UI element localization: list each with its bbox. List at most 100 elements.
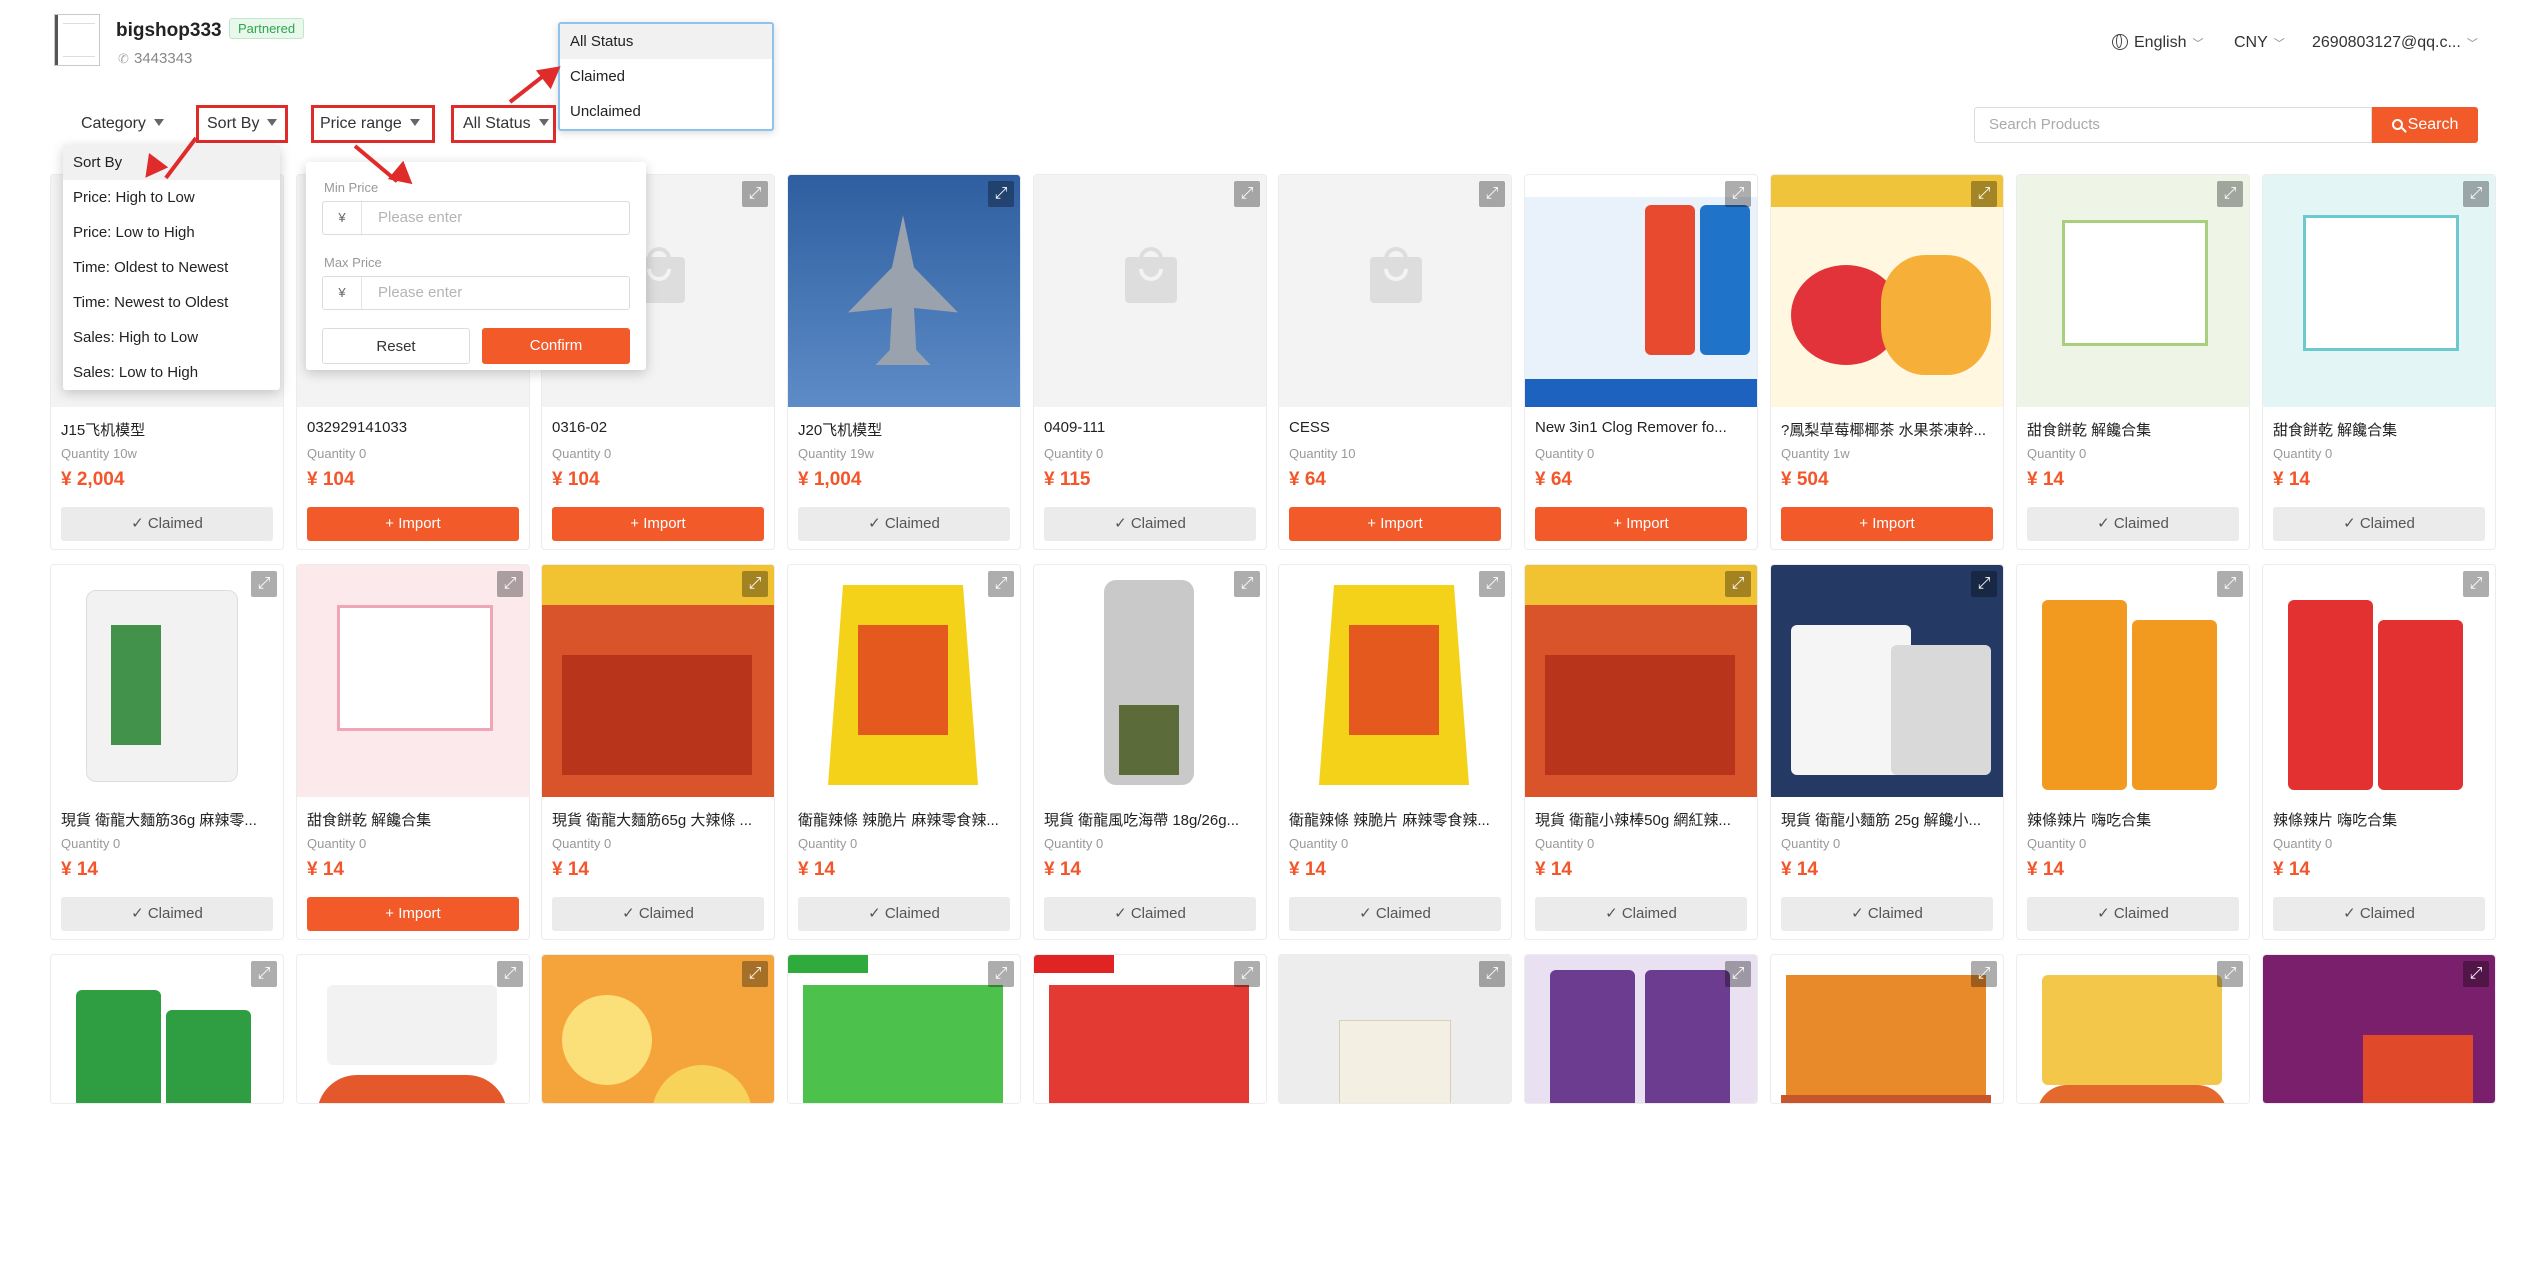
- product-card[interactable]: ⤢ 衛龍辣條 辣脆片 麻辣零食辣... Quantity 0 ¥ 14 ✓ Claime…: [787, 564, 1021, 940]
- product-image[interactable]: ⤢: [1525, 175, 1757, 407]
- expand-icon[interactable]: ⤢: [988, 961, 1014, 987]
- product-image[interactable]: ⤢: [297, 955, 529, 1103]
- claimed-button[interactable]: ✓ Claimed: [552, 897, 764, 931]
- sort-option[interactable]: Sort By: [63, 145, 280, 180]
- product-title[interactable]: 現貨 衛龍風吃海帶 18g/26g...: [1044, 809, 1256, 830]
- product-title[interactable]: J20飞机模型: [798, 419, 1010, 440]
- product-card[interactable]: ⤢ 現貨 衛龍風吃海帶 18g/26g... Quantity 0 ¥ 14 ✓ Cla…: [1033, 564, 1267, 940]
- product-image[interactable]: ⤢: [2263, 955, 2495, 1103]
- product-image[interactable]: ⤢: [788, 955, 1020, 1103]
- account-menu[interactable]: 2690803127@qq.c... ﹀: [2312, 34, 2478, 52]
- expand-icon[interactable]: ⤢: [742, 571, 768, 597]
- product-image[interactable]: ⤢: [542, 565, 774, 797]
- product-image[interactable]: ⤢: [542, 955, 774, 1103]
- product-title[interactable]: 甜食餅乾 解饞合集: [2273, 419, 2485, 440]
- product-card[interactable]: ⤢ 現貨 衛龍小麵筋 25g 解饞小... Quantity 0 ¥ 14 ✓ Clai…: [1770, 564, 2004, 940]
- product-image[interactable]: ⤢: [2017, 955, 2249, 1103]
- import-button[interactable]: + Import: [1289, 507, 1501, 541]
- product-image[interactable]: ⤢: [1279, 955, 1511, 1103]
- expand-icon[interactable]: ⤢: [1479, 571, 1505, 597]
- sort-option[interactable]: Time: Newest to Oldest: [63, 285, 280, 320]
- currency-select[interactable]: CNY ﹀: [2234, 34, 2285, 52]
- product-card[interactable]: ⤢ 辣條辣片 嗨吃合集 Quantity 0 ¥ 14 ✓ Claimed: [2016, 564, 2250, 940]
- claimed-button[interactable]: ✓ Claimed: [1044, 507, 1256, 541]
- product-image[interactable]: ⤢: [1279, 175, 1511, 407]
- expand-icon[interactable]: ⤢: [1234, 181, 1260, 207]
- product-card[interactable]: ⤢ 0409-111 Quantity 0 ¥ 115 ✓ Claimed: [1033, 174, 1267, 550]
- product-card[interactable]: ⤢貢菜 【蒜香味】Quantity 0¥ 1,003: [1278, 954, 1512, 1104]
- claimed-button[interactable]: ✓ Claimed: [2273, 897, 2485, 931]
- expand-icon[interactable]: ⤢: [2217, 181, 2243, 207]
- product-image[interactable]: ⤢: [2263, 565, 2495, 797]
- sort-option[interactable]: Price: High to Low: [63, 180, 280, 215]
- product-card[interactable]: ⤢現貨 鄔辣媽系列 酒鬼豆筋 ...Quantity 10000¥ 14: [2262, 954, 2496, 1104]
- status-option[interactable]: Unclaimed: [560, 94, 772, 129]
- product-card[interactable]: ⤢ ?鳳梨草莓椰椰茶 水果茶凍幹... Quantity 1w ¥ 504 + Impo…: [1770, 174, 2004, 550]
- sort-option[interactable]: Price: Low to High: [63, 215, 280, 250]
- product-card[interactable]: ⤢魔芋海味 鮮香合集Quantity 0¥ 14: [1524, 954, 1758, 1104]
- product-card[interactable]: ⤢ J20飞机模型 Quantity 19w ¥ 1,004 ✓ Claimed: [787, 174, 1021, 550]
- product-image[interactable]: ⤢: [1771, 565, 2003, 797]
- product-title[interactable]: 032929141033: [307, 419, 519, 436]
- claimed-button[interactable]: ✓ Claimed: [798, 897, 1010, 931]
- claimed-button[interactable]: ✓ Claimed: [2027, 897, 2239, 931]
- product-title[interactable]: 辣條辣片 嗨吃合集: [2273, 809, 2485, 830]
- product-image[interactable]: ⤢: [1525, 565, 1757, 797]
- claimed-button[interactable]: ✓ Claimed: [2273, 507, 2485, 541]
- sort-option[interactable]: Time: Oldest to Newest: [63, 250, 280, 285]
- product-image[interactable]: ⤢: [2263, 175, 2495, 407]
- product-image[interactable]: ⤢: [1771, 175, 2003, 407]
- expand-icon[interactable]: ⤢: [2217, 961, 2243, 987]
- language-select[interactable]: English ﹀: [2112, 34, 2203, 52]
- expand-icon[interactable]: ⤢: [1479, 181, 1505, 207]
- product-image[interactable]: ⤢: [2017, 175, 2249, 407]
- product-card[interactable]: ⤢ 甜食餅乾 解饞合集 Quantity 0 ¥ 14 + Import: [296, 564, 530, 940]
- expand-icon[interactable]: ⤢: [742, 961, 768, 987]
- expand-icon[interactable]: ⤢: [1725, 181, 1751, 207]
- product-title[interactable]: 現貨 衛龍大麵筋65g 大辣條 ...: [552, 809, 764, 830]
- expand-icon[interactable]: ⤢: [1971, 571, 1997, 597]
- product-image[interactable]: ⤢: [51, 955, 283, 1103]
- status-option[interactable]: All Status: [560, 24, 772, 59]
- claimed-button[interactable]: ✓ Claimed: [2027, 507, 2239, 541]
- import-button[interactable]: + Import: [1535, 507, 1747, 541]
- expand-icon[interactable]: ⤢: [497, 571, 523, 597]
- product-card[interactable]: ⤢ New 3in1 Clog Remover fo... Quantity 0 ¥ …: [1524, 174, 1758, 550]
- expand-icon[interactable]: ⤢: [1234, 571, 1260, 597]
- product-image[interactable]: ⤢: [1034, 565, 1266, 797]
- product-title[interactable]: 衛龍辣條 辣脆片 麻辣零食辣...: [798, 809, 1010, 830]
- category-filter[interactable]: Category: [81, 112, 164, 136]
- import-button[interactable]: + Import: [1781, 507, 1993, 541]
- import-button[interactable]: + Import: [307, 897, 519, 931]
- min-price-input[interactable]: ¥ Please enter: [322, 201, 630, 235]
- product-card[interactable]: ⤢ 甜食餅乾 解饞合集 Quantity 0 ¥ 14 ✓ Claimed: [2262, 174, 2496, 550]
- product-image[interactable]: ⤢: [1279, 565, 1511, 797]
- expand-icon[interactable]: ⤢: [742, 181, 768, 207]
- sort-option[interactable]: Sales: High to Low: [63, 320, 280, 355]
- claimed-button[interactable]: ✓ Claimed: [1044, 897, 1256, 931]
- claimed-button[interactable]: ✓ Claimed: [61, 507, 273, 541]
- product-title[interactable]: 現貨 衛龍小辣棒50g 網紅辣...: [1535, 809, 1747, 830]
- product-title[interactable]: 甜食餅乾 解饞合集: [2027, 419, 2239, 440]
- expand-icon[interactable]: ⤢: [1971, 961, 1997, 987]
- product-title[interactable]: 現貨 衛龍小麵筋 25g 解饞小...: [1781, 809, 1993, 830]
- sort-option[interactable]: Sales: Low to High: [63, 355, 280, 390]
- expand-icon[interactable]: ⤢: [251, 961, 277, 987]
- product-title[interactable]: 0316-02: [552, 419, 764, 436]
- product-title[interactable]: 0409-111: [1044, 419, 1256, 436]
- claimed-button[interactable]: ✓ Claimed: [798, 507, 1010, 541]
- claimed-button[interactable]: ✓ Claimed: [1289, 897, 1501, 931]
- expand-icon[interactable]: ⤢: [2217, 571, 2243, 597]
- product-title[interactable]: CESS: [1289, 419, 1501, 436]
- max-price-input[interactable]: ¥ Please enter: [322, 276, 630, 310]
- product-card[interactable]: ⤢辣條辣片 嗨吃合集Quantity 0¥ 14: [2016, 954, 2250, 1104]
- expand-icon[interactable]: ⤢: [1479, 961, 1505, 987]
- claimed-button[interactable]: ✓ Claimed: [61, 897, 273, 931]
- claimed-button[interactable]: ✓ Claimed: [1781, 897, 1993, 931]
- product-card[interactable]: ⤢ 現貨 衛龍大麵筋36g 麻辣零... Quantity 0 ¥ 14 ✓ Claim…: [50, 564, 284, 940]
- product-image[interactable]: ⤢: [297, 565, 529, 797]
- expand-icon[interactable]: ⤢: [2463, 181, 2489, 207]
- expand-icon[interactable]: ⤢: [251, 571, 277, 597]
- expand-icon[interactable]: ⤢: [988, 571, 1014, 597]
- product-title[interactable]: 甜食餅乾 解饞合集: [307, 809, 519, 830]
